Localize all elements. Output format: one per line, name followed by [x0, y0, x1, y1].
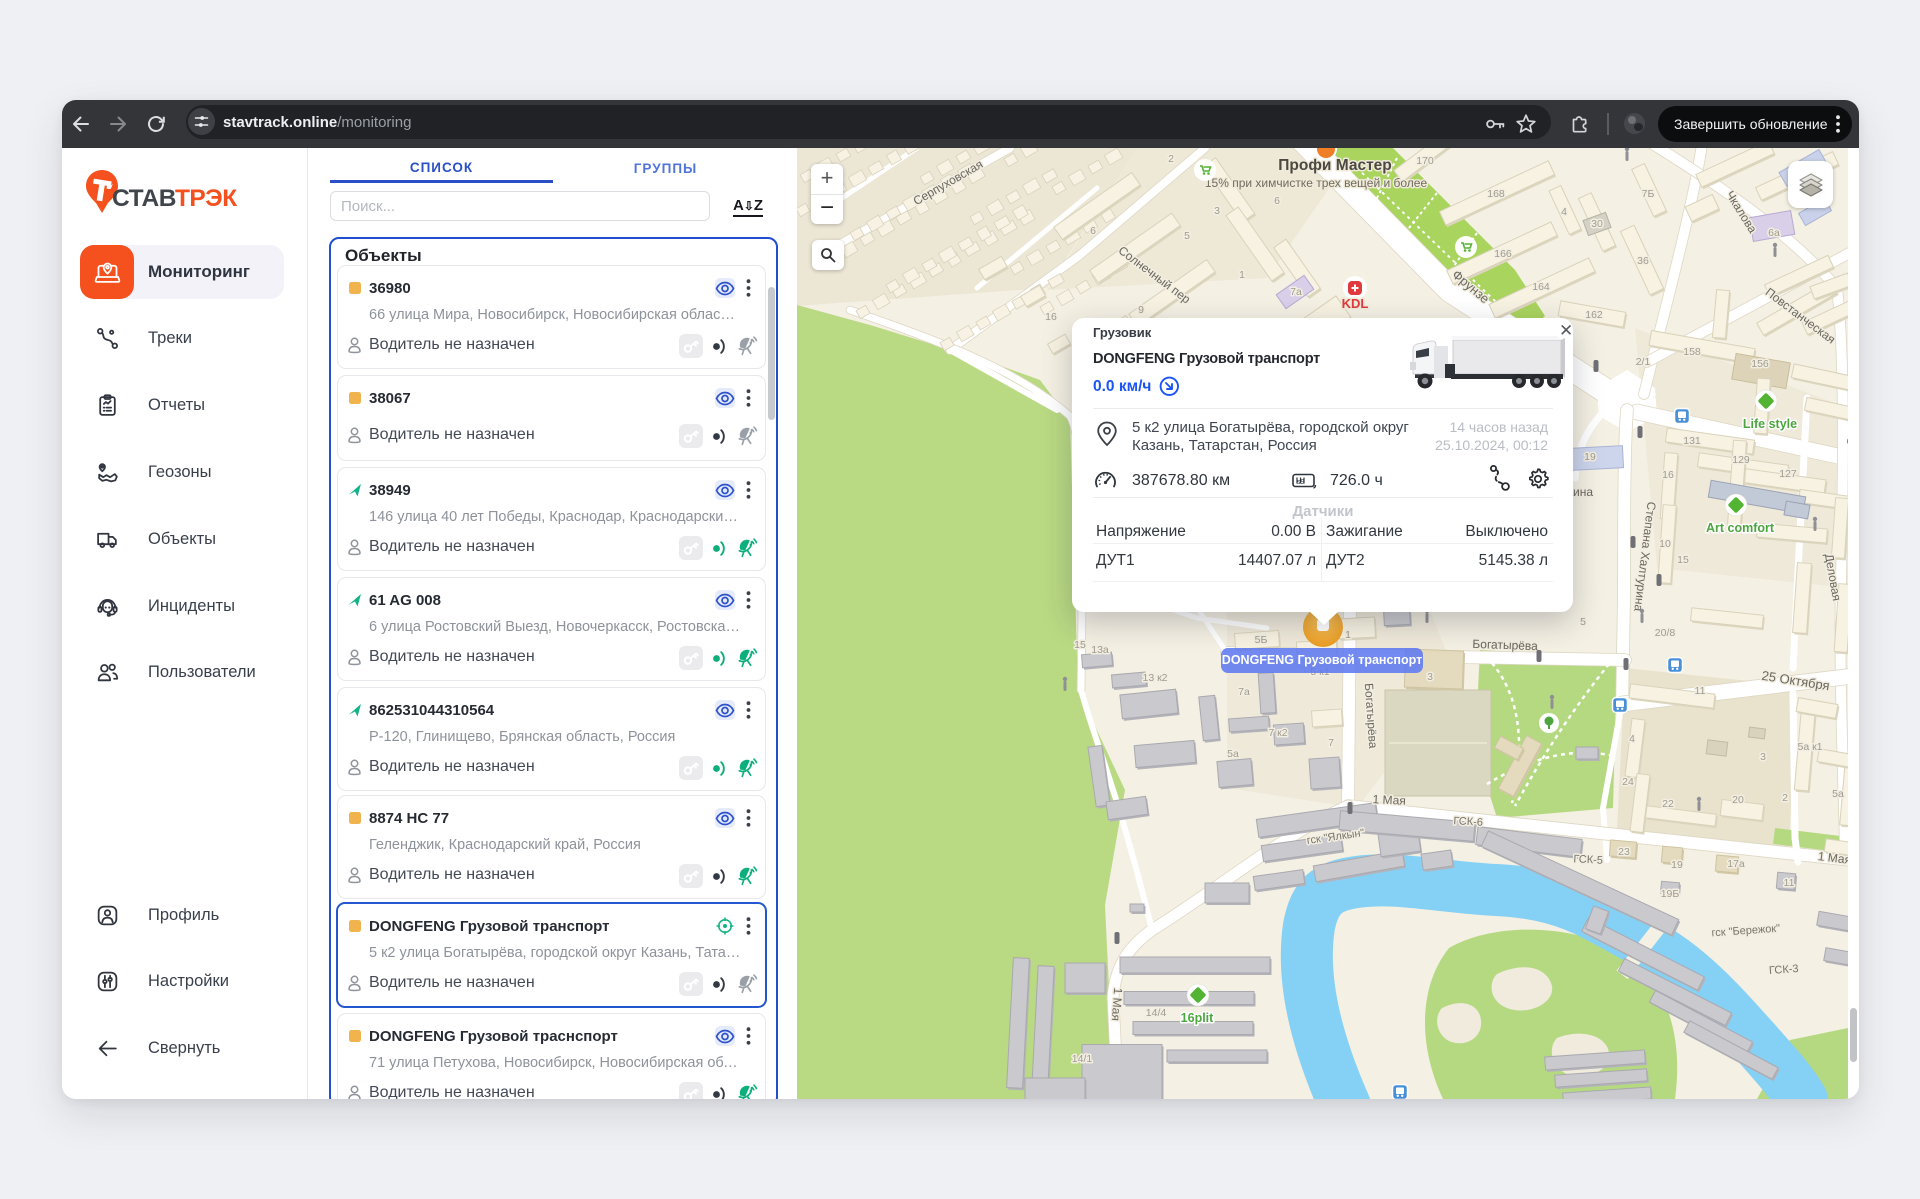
svg-text:5Б: 5Б [1255, 634, 1268, 646]
svg-text:11: 11 [1695, 685, 1706, 697]
svg-text:166: 166 [1494, 248, 1512, 260]
svg-text:2/1: 2/1 [1636, 356, 1651, 368]
svg-text:15% при химчистке трех вещей и: 15% при химчистке трех вещей и более [1205, 176, 1428, 190]
svg-text:19Б: 19Б [1661, 888, 1680, 900]
svg-text:5а к1: 5а к1 [1797, 741, 1822, 753]
svg-text:ина: ина [1573, 485, 1593, 499]
svg-text:127: 127 [1779, 468, 1797, 480]
svg-text:20: 20 [1732, 794, 1744, 806]
svg-text:14/1: 14/1 [1072, 1053, 1093, 1065]
svg-text:3: 3 [1760, 751, 1766, 763]
svg-text:4: 4 [1629, 733, 1635, 745]
svg-text:7: 7 [1328, 737, 1334, 749]
svg-text:6а: 6а [1768, 227, 1780, 239]
svg-text:4: 4 [1561, 206, 1567, 218]
svg-text:30: 30 [1591, 218, 1603, 230]
svg-text:164: 164 [1532, 281, 1550, 293]
svg-text:2: 2 [1168, 153, 1174, 165]
svg-text:10: 10 [1659, 538, 1671, 550]
svg-text:162: 162 [1585, 309, 1603, 321]
svg-text:14/4: 14/4 [1146, 1007, 1167, 1019]
svg-text:5а: 5а [1227, 748, 1239, 760]
svg-text:36: 36 [1637, 255, 1649, 267]
svg-text:5: 5 [1580, 616, 1586, 628]
svg-text:22: 22 [1662, 798, 1674, 810]
svg-text:16plit: 16plit [1181, 1011, 1214, 1025]
svg-text:KDL: KDL [1342, 296, 1369, 311]
svg-text:6: 6 [1274, 195, 1280, 207]
svg-text:15: 15 [1074, 639, 1086, 651]
svg-text:131: 131 [1683, 435, 1701, 447]
svg-text:168: 168 [1487, 188, 1505, 200]
svg-text:17а: 17а [1727, 858, 1745, 870]
svg-text:24: 24 [1622, 776, 1634, 788]
svg-text:16: 16 [1662, 469, 1674, 481]
svg-text:13 к2: 13 к2 [1142, 672, 1167, 684]
svg-text:6: 6 [1090, 225, 1096, 237]
svg-text:s9: s9 [1297, 479, 1305, 486]
svg-text:2: 2 [1782, 792, 1788, 804]
svg-text:ГСК-3: ГСК-3 [1769, 963, 1799, 977]
svg-text:19: 19 [1584, 451, 1596, 463]
svg-text:Профи Мастер: Профи Мастер [1278, 157, 1392, 174]
svg-text:7а: 7а [1238, 686, 1250, 698]
svg-text:1 Мая: 1 Мая [1109, 987, 1125, 1021]
svg-text:129: 129 [1732, 454, 1750, 466]
svg-text:23: 23 [1618, 846, 1630, 858]
svg-text:Art comfort: Art comfort [1706, 521, 1775, 535]
svg-text:Life style: Life style [1743, 417, 1797, 431]
svg-text:13а: 13а [1091, 644, 1109, 656]
svg-text:9: 9 [1138, 304, 1144, 316]
svg-text:7Б: 7Б [1642, 188, 1655, 200]
svg-text:5а: 5а [1832, 788, 1844, 800]
svg-text:7а: 7а [1290, 286, 1302, 298]
svg-text:5: 5 [1184, 230, 1190, 242]
svg-text:7 к2: 7 к2 [1268, 727, 1287, 739]
svg-text:3: 3 [1214, 205, 1220, 217]
svg-text:16: 16 [1045, 311, 1057, 323]
svg-text:1: 1 [1239, 269, 1245, 281]
svg-text:170: 170 [1416, 155, 1434, 167]
svg-text:20/8: 20/8 [1655, 627, 1676, 639]
svg-text:19: 19 [1671, 859, 1683, 871]
svg-text:158: 158 [1683, 346, 1701, 358]
svg-text:11: 11 [1784, 877, 1795, 889]
svg-text:ГСК-6: ГСК-6 [1453, 815, 1483, 829]
svg-text:Богатырёва: Богатырёва [1472, 637, 1538, 653]
svg-text:15: 15 [1677, 554, 1689, 566]
svg-text:3: 3 [1427, 671, 1433, 683]
svg-text:156: 156 [1751, 358, 1769, 370]
svg-text:1: 1 [1345, 629, 1351, 641]
svg-text:1 Мая: 1 Мая [1372, 792, 1406, 808]
svg-text:ГСК-5: ГСК-5 [1573, 853, 1603, 867]
